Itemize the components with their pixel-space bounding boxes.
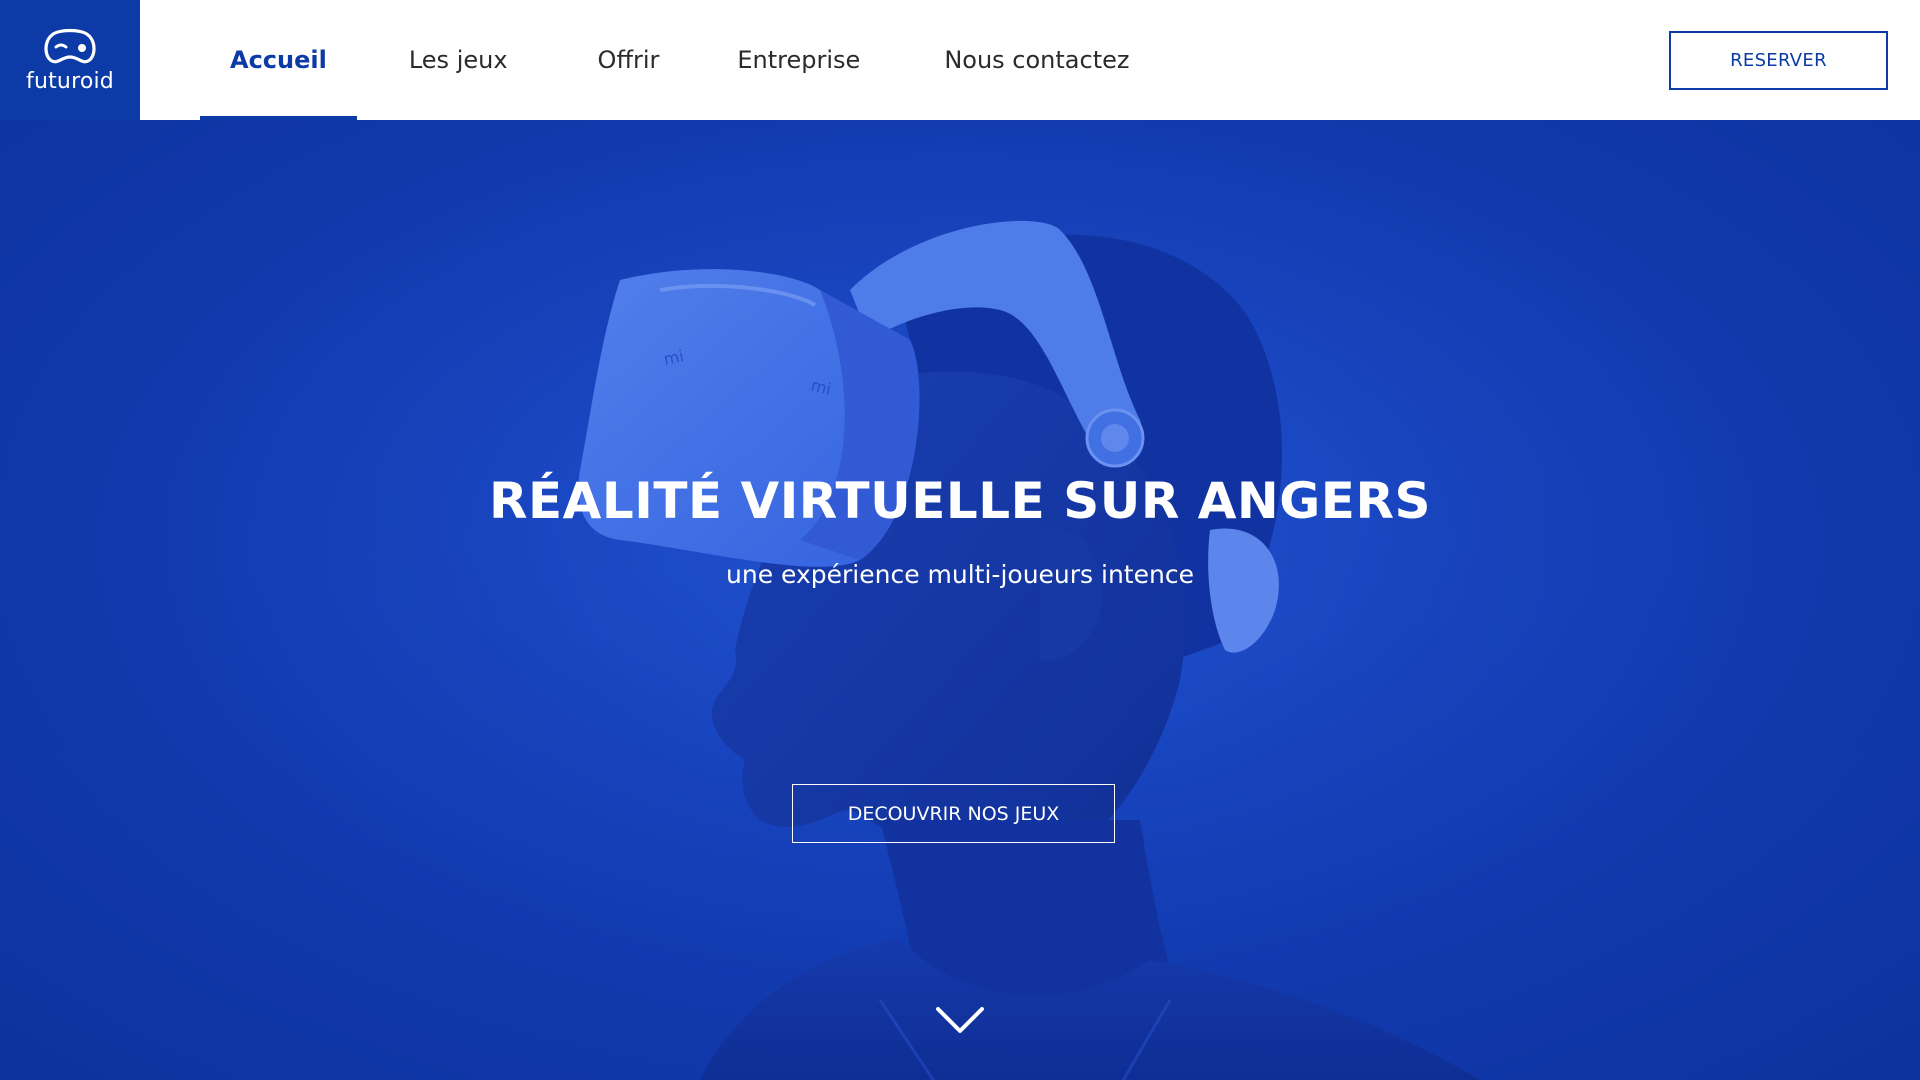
- logo-link[interactable]: futuroid: [0, 0, 140, 120]
- discover-games-button[interactable]: DECOUVRIR NOS JEUX: [792, 784, 1115, 843]
- main-nav: Accueil Les jeux Offrir Entreprise Nous …: [200, 0, 1159, 120]
- nav-item-entreprise[interactable]: Entreprise: [707, 0, 890, 120]
- vr-headset-logo-icon: [44, 28, 96, 63]
- nav-item-nous-contactez[interactable]: Nous contactez: [914, 0, 1159, 120]
- site-header: futuroid Accueil Les jeux Offrir Entrepr…: [0, 0, 1920, 120]
- hero-vr-person-image: mi mi: [0, 120, 1920, 1080]
- hero-section: mi mi RÉALITÉ VIRTUELLE SUR ANGERS une e…: [0, 120, 1920, 1080]
- nav-item-offrir[interactable]: Offrir: [568, 0, 690, 120]
- hero-title: RÉALITÉ VIRTUELLE SUR ANGERS: [489, 472, 1431, 530]
- logo-text: futuroid: [26, 68, 114, 94]
- hero-subtitle: une expérience multi-joueurs intence: [726, 560, 1194, 589]
- reserve-button[interactable]: RESERVER: [1669, 31, 1888, 90]
- nav-item-les-jeux[interactable]: Les jeux: [379, 0, 538, 120]
- chevron-down-icon[interactable]: [935, 1005, 985, 1035]
- nav-item-accueil[interactable]: Accueil: [200, 0, 357, 120]
